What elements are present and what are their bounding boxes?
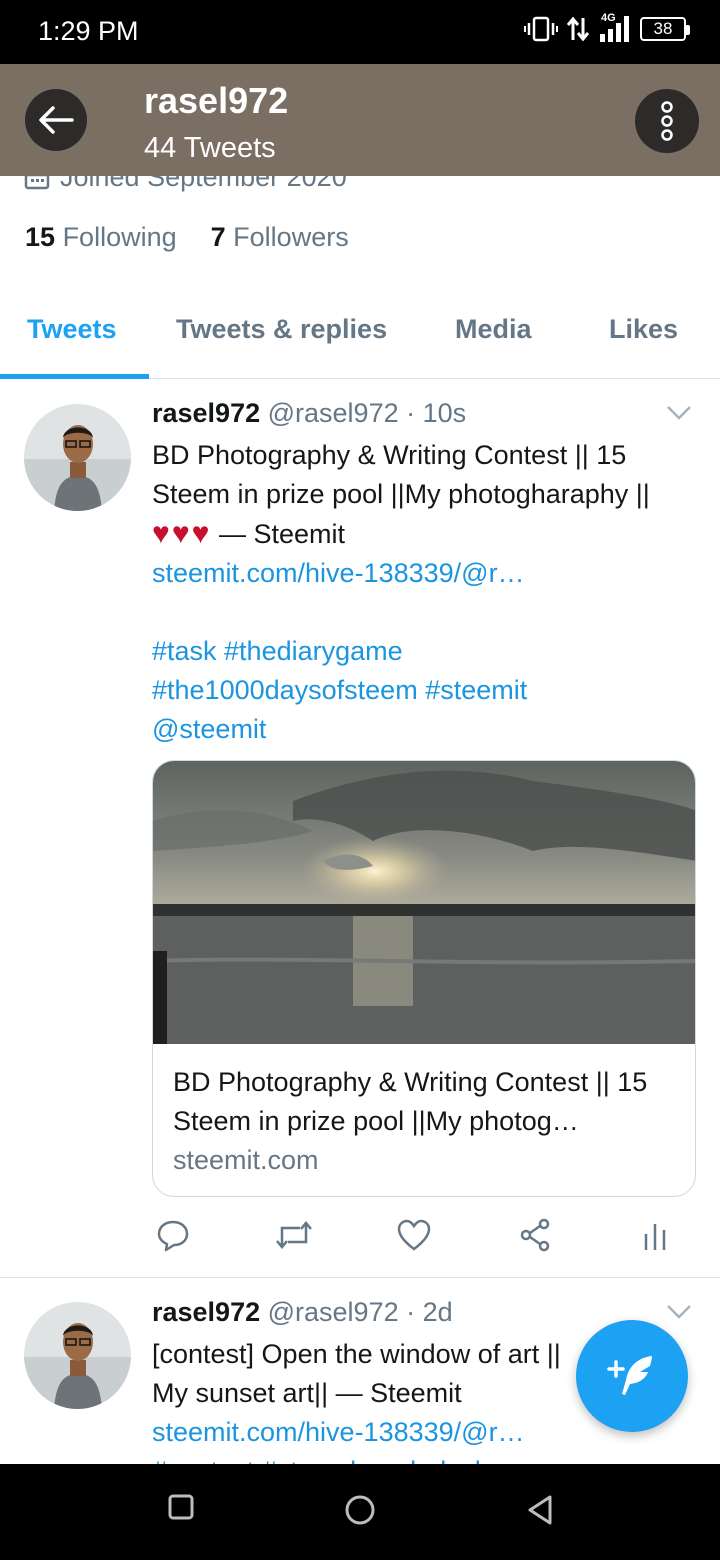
partial-hashtags[interactable]: #contest #steembangladesh [152,1452,702,1464]
retweet-icon[interactable] [274,1218,314,1252]
tab-tweets[interactable]: Tweets [27,314,117,345]
followers-link[interactable]: 7 Followers [211,222,349,253]
link-card[interactable]: BD Photography & Writing Contest || 15 S… [152,760,696,1197]
battery-icon: 38 [640,17,690,41]
status-bar: 1:29 PM 4G 38 [0,0,720,64]
header-title: rasel972 [144,80,289,121]
followers-count: 7 [210,222,226,252]
active-tab-indicator [0,374,149,379]
reply-icon[interactable] [156,1218,190,1252]
back-nav-button[interactable] [526,1494,554,1526]
tweet-text: BD Photography & Writing Contest || 15 S… [152,436,702,749]
like-icon[interactable] [396,1218,432,1252]
tweet-handle-time: @rasel972 · 10s [267,398,467,428]
tweet-main-text: BD Photography & Writing Contest || 15 S… [152,440,650,509]
profile-tabs: Tweets Tweets & replies Media Likes [0,286,720,379]
following-label: Following [62,222,177,252]
more-options-button[interactable] [635,89,699,153]
chevron-down-icon[interactable] [666,404,692,422]
home-button[interactable] [344,1494,376,1526]
compose-tweet-button[interactable] [576,1320,688,1432]
followers-label: Followers [233,222,349,252]
signal-icon: 4G [598,12,632,44]
card-image [153,761,695,1044]
system-nav-bar [0,1464,720,1560]
tweet-divider [0,1277,720,1278]
tweet-author-name[interactable]: rasel972 [152,1297,260,1327]
card-title: BD Photography & Writing Contest || 15 S… [173,1067,648,1136]
share-icon[interactable] [518,1218,552,1252]
status-time: 1:29 PM [38,16,139,46]
compose-feather-icon [607,1356,652,1395]
tweet-actions [152,1218,682,1258]
hashtags-line-2[interactable]: #the1000daysofsteem #steemit [152,671,702,710]
card-domain: steemit.com [173,1145,319,1175]
data-arrows-icon [566,16,590,42]
tweet-author-name[interactable]: rasel972 [152,398,260,428]
header-tweet-count: 44 Tweets [144,132,276,164]
tab-likes[interactable]: Likes [609,314,678,345]
following-count: 15 [25,222,56,252]
tweet-link[interactable]: steemit.com/hive-138339/@r… [152,554,702,593]
vibrate-icon [524,16,558,42]
status-icons: 4G 38 [524,12,690,44]
back-button[interactable] [25,89,87,151]
follow-stats: 15 Following 7 Followers [25,222,349,253]
tweet-handle-time: @rasel972 · 2d [267,1297,453,1327]
tweet-text-suffix: — Steemit [211,519,345,549]
back-arrow-icon [39,106,74,134]
hashtags-line-1[interactable]: #task #thediarygame [152,632,702,671]
chevron-down-icon[interactable] [666,1303,692,1321]
tweet-header: rasel972 @rasel972 · 10s [152,398,466,429]
recents-button[interactable] [168,1494,194,1520]
tab-tweets-replies[interactable]: Tweets & replies [176,314,387,345]
avatar[interactable] [24,1302,131,1409]
analytics-icon[interactable] [642,1218,668,1252]
app-header: rasel972 44 Tweets [0,64,720,176]
avatar[interactable] [24,404,131,511]
more-vertical-icon [661,101,673,141]
mention-link[interactable]: @steemit [152,710,702,749]
heart-emojis: ♥♥♥ [152,517,212,550]
tweet-header: rasel972 @rasel972 · 2d [152,1297,453,1328]
following-link[interactable]: 15 Following [25,222,177,253]
battery-level: 38 [653,19,673,38]
tab-media[interactable]: Media [455,314,532,345]
